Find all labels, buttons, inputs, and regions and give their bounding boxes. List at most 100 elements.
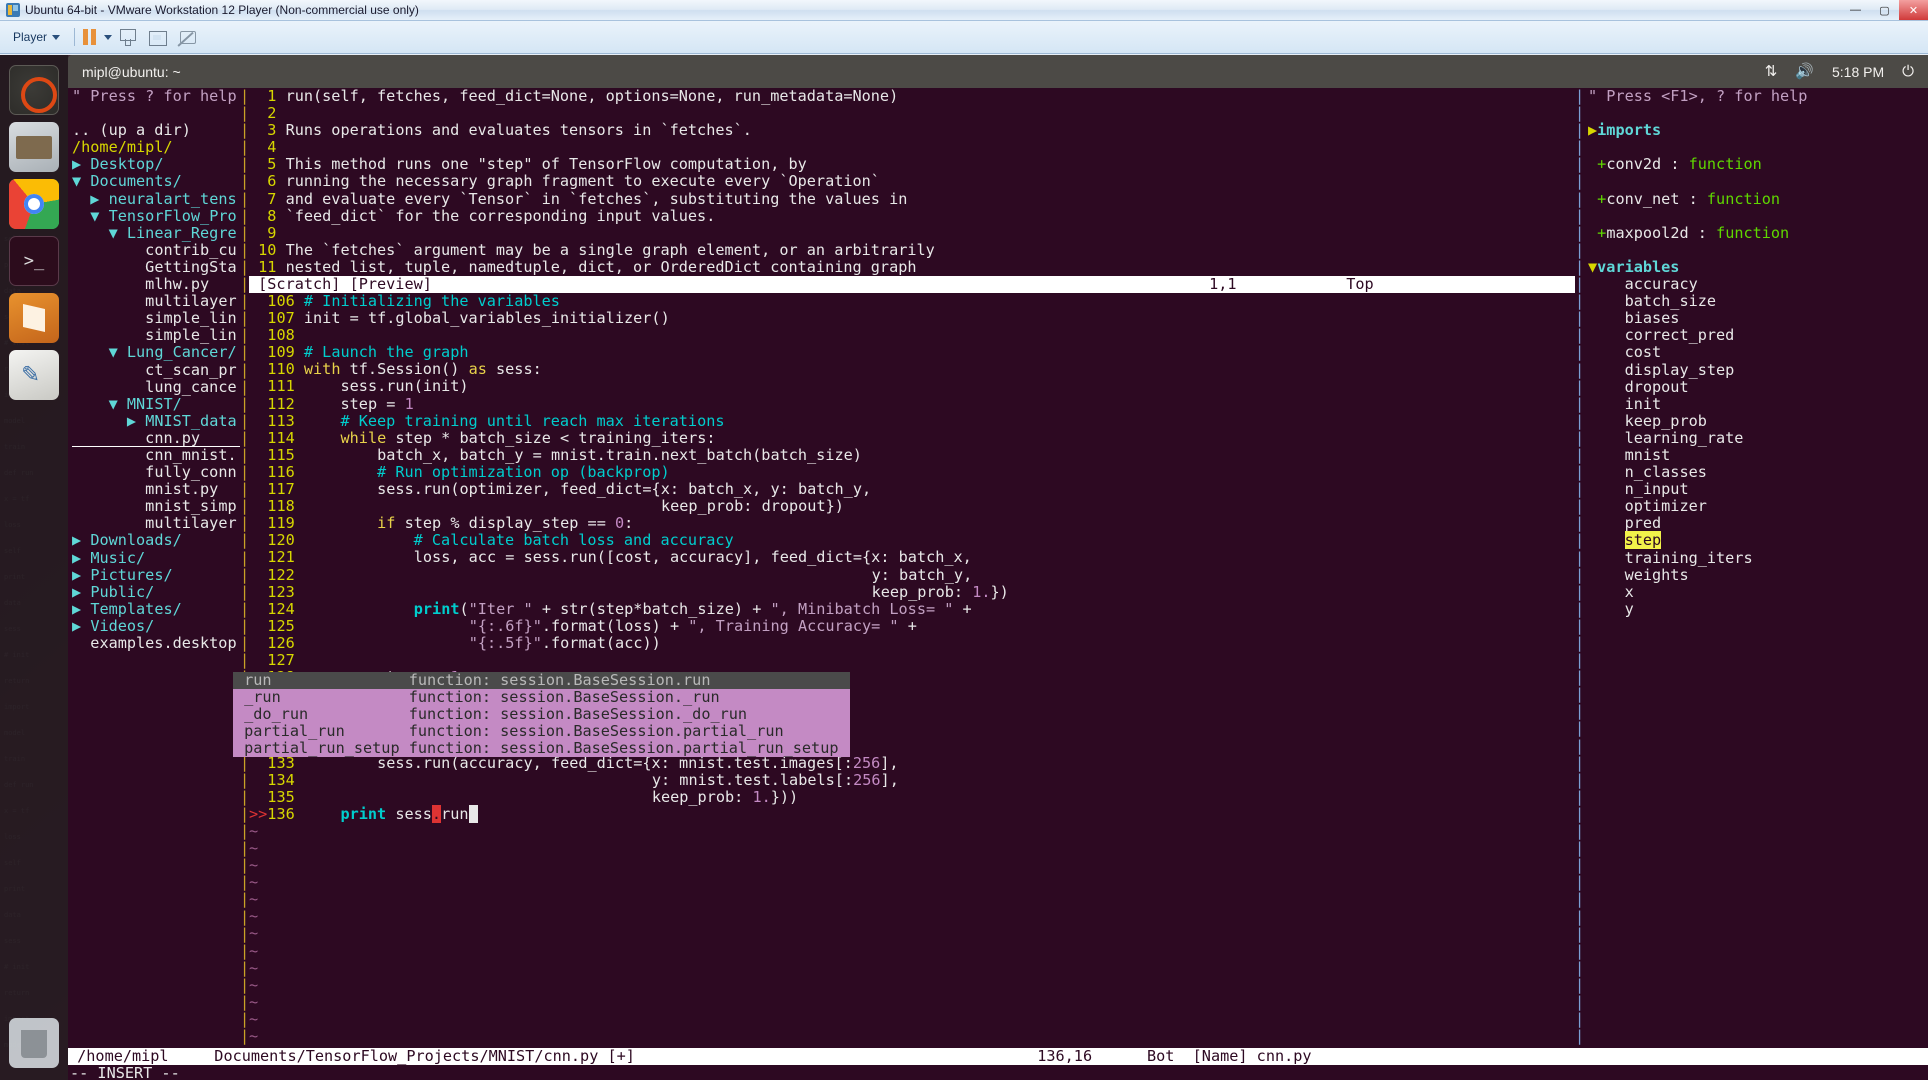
nerdtree-item[interactable]: cnn.py — [72, 429, 240, 447]
editor-line[interactable]: 125 "{:.6f}".format(loss) + ", Training … — [249, 617, 1575, 635]
tagbar-variable[interactable]: cost — [1588, 344, 1928, 361]
tagbar-section[interactable]: ▼variables — [1588, 258, 1928, 276]
autocomplete-item[interactable]: _do_run function: session.BaseSession._d… — [233, 706, 850, 724]
editor-line[interactable]: 110 with tf.Session() as sess: — [249, 361, 1575, 378]
pause-icon[interactable] — [83, 29, 97, 45]
nerdtree-item[interactable]: ▼ Linear_Regre — [72, 224, 240, 242]
editor-line[interactable]: 119 if step % display_step == 0: — [249, 515, 1575, 532]
nerdtree-item[interactable]: lung_cance — [72, 378, 240, 396]
tagbar-variable[interactable]: mnist — [1588, 446, 1928, 464]
editor-line[interactable]: 124 print("Iter " + str(step*batch_size)… — [249, 600, 1575, 618]
tagbar-variable[interactable]: optimizer — [1588, 498, 1928, 515]
editor-line[interactable]: 108 — [249, 327, 1575, 344]
editor-line[interactable]: 114 while step * batch_size < training_i… — [249, 429, 1575, 447]
tagbar-variable[interactable]: pred — [1588, 515, 1928, 532]
player-menu-button[interactable]: Player — [7, 28, 66, 46]
launcher-dash-icon[interactable] — [9, 65, 59, 115]
tagbar-function[interactable]: +conv_net : function — [1588, 190, 1928, 208]
nerdtree-item[interactable]: ▼ Lung_Cancer/ — [72, 344, 240, 361]
nerdtree-item[interactable]: cnn_mnist. — [72, 446, 240, 464]
nerdtree-item[interactable]: ▼ MNIST/ — [72, 395, 240, 413]
tagbar-variable[interactable]: training_iters — [1588, 549, 1928, 567]
tagbar-variable[interactable]: display_step — [1588, 361, 1928, 379]
tagbar-variable[interactable]: init — [1588, 395, 1928, 413]
nerdtree-item[interactable]: examples.desktop — [72, 634, 240, 652]
launcher-chrome-icon[interactable] — [9, 179, 59, 229]
editor-line[interactable]: 121 loss, acc = sess.run([cost, accuracy… — [249, 549, 1575, 566]
nerdtree-item[interactable]: GettingSta — [72, 258, 240, 276]
autocomplete-item[interactable]: partial_run function: session.BaseSessio… — [233, 723, 850, 741]
editor-line[interactable]: 106 # Initializing the variables — [249, 293, 1575, 310]
tagbar-function[interactable]: +maxpool2d : function — [1588, 224, 1928, 242]
nerdtree-item[interactable]: simple_lin — [72, 327, 240, 344]
tagbar-variable[interactable]: dropout — [1588, 378, 1928, 396]
nerdtree-item[interactable]: fully_conn — [72, 464, 240, 481]
clock-label[interactable]: 5:18 PM — [1832, 64, 1884, 80]
nerdtree-item[interactable]: ▶ Templates/ — [72, 600, 240, 618]
nerdtree-item[interactable]: multilayer — [72, 515, 240, 532]
nerdtree-up-dir[interactable]: .. (up a dir) — [72, 122, 240, 139]
tagbar-panel[interactable]: " Press <F1>, ? for help ▶imports +conv2… — [1584, 88, 1928, 1048]
editor-line[interactable]: 107 init = tf.global_variables_initializ… — [249, 310, 1575, 327]
launcher-text-editor-icon[interactable] — [9, 350, 59, 400]
nerdtree-item[interactable]: ▶ Public/ — [72, 583, 240, 601]
close-button[interactable]: ✕ — [1899, 0, 1928, 20]
network-icon[interactable]: ⇅ — [1765, 64, 1778, 79]
nerdtree-item[interactable]: mlhw.py — [72, 275, 240, 293]
editor-line[interactable]: 113 # Keep training until reach max iter… — [249, 412, 1575, 430]
terminal-body[interactable]: " Press ? for help .. (up a dir)/home/mi… — [68, 88, 1928, 1080]
tagbar-variable[interactable]: n_input — [1588, 481, 1928, 498]
nerdtree-item[interactable]: ▶ MNIST_data — [72, 412, 240, 430]
nerdtree-item[interactable]: multilayer — [72, 293, 240, 310]
launcher-trash-icon[interactable] — [9, 1018, 59, 1068]
fullscreen-icon[interactable] — [146, 26, 168, 48]
autocomplete-popup[interactable]: run function: session.BaseSession.run _r… — [233, 671, 850, 758]
maximize-button[interactable]: ▢ — [1870, 0, 1899, 20]
tagbar-variable[interactable]: n_classes — [1588, 464, 1928, 481]
tagbar-variable[interactable]: x — [1588, 583, 1928, 601]
nerdtree-item[interactable]: mnist.py — [72, 481, 240, 498]
tagbar-variable[interactable]: batch_size — [1588, 293, 1928, 310]
autocomplete-item[interactable]: _run function: session.BaseSession._run — [233, 688, 850, 707]
editor-line[interactable]: 126 "{:.5f}".format(acc)) — [249, 634, 1575, 652]
tagbar-variable[interactable]: accuracy — [1588, 275, 1928, 293]
preview-window[interactable]: 1 run(self, fetches, feed_dict=None, opt… — [249, 88, 1575, 276]
nerdtree-item[interactable]: ▶ Music/ — [72, 549, 240, 567]
autocomplete-item[interactable]: partial_run_setup function: session.Base… — [233, 740, 850, 758]
launcher-files-icon[interactable] — [9, 122, 59, 172]
editor-line[interactable]: 115 batch_x, batch_y = mnist.train.next_… — [249, 446, 1575, 464]
tagbar-variable[interactable]: y — [1588, 600, 1928, 618]
nerdtree-item[interactable]: ▶ Desktop/ — [72, 156, 240, 173]
tagbar-variable[interactable]: weights — [1588, 566, 1928, 584]
nerdtree-item[interactable]: ▶ Videos/ — [72, 617, 240, 635]
editor-line[interactable]: 112 step = 1 — [249, 395, 1575, 413]
tagbar-variable[interactable]: step — [1588, 531, 1928, 550]
editor-line[interactable]: 109 # Launch the graph — [249, 344, 1575, 361]
nerdtree-item[interactable]: mnist_simp — [72, 498, 240, 515]
nerdtree-item[interactable]: ▶ Pictures/ — [72, 566, 240, 584]
tagbar-variable[interactable]: biases — [1588, 310, 1928, 327]
editor-line[interactable]: 118 keep_prob: dropout}) — [249, 498, 1575, 515]
tagbar-variable[interactable]: keep_prob — [1588, 412, 1928, 430]
pause-dropdown-icon[interactable] — [104, 34, 113, 40]
editor-line[interactable]: 122 y: batch_y, — [249, 566, 1575, 584]
editor-line[interactable]: 123 keep_prob: 1.}) — [249, 583, 1575, 601]
minimize-button[interactable]: — — [1841, 0, 1870, 20]
nerdtree-panel[interactable]: " Press ? for help .. (up a dir)/home/mi… — [68, 88, 240, 1048]
editor-line[interactable]: 111 sess.run(init) — [249, 378, 1575, 395]
tagbar-function[interactable]: +conv2d : function — [1588, 156, 1928, 173]
editor-line[interactable]: 127 — [249, 651, 1575, 669]
editor-line[interactable]: 135 keep_prob: 1.})) — [249, 788, 1575, 806]
editor-line[interactable]: 134 y: mnist.test.labels[:256], — [249, 771, 1575, 789]
nerdtree-item[interactable]: ▼ TensorFlow_Pro — [72, 207, 240, 225]
nerdtree-item[interactable]: ct_scan_pr — [72, 361, 240, 379]
launcher-terminal-icon[interactable]: >_ — [9, 236, 59, 286]
autocomplete-item[interactable]: run function: session.BaseSession.run — [233, 671, 850, 690]
volume-icon[interactable]: 🔊 — [1795, 64, 1814, 79]
nerdtree-item[interactable]: ▶ Downloads/ — [72, 532, 240, 549]
nerdtree-item[interactable]: ▼ Documents/ — [72, 173, 240, 190]
nerdtree-item[interactable]: simple_lin — [72, 310, 240, 327]
tagbar-variable[interactable]: correct_pred — [1588, 327, 1928, 344]
editor-line[interactable]: 117 sess.run(optimizer, feed_dict={x: ba… — [249, 480, 1575, 498]
send-keys-icon[interactable] — [176, 26, 198, 48]
